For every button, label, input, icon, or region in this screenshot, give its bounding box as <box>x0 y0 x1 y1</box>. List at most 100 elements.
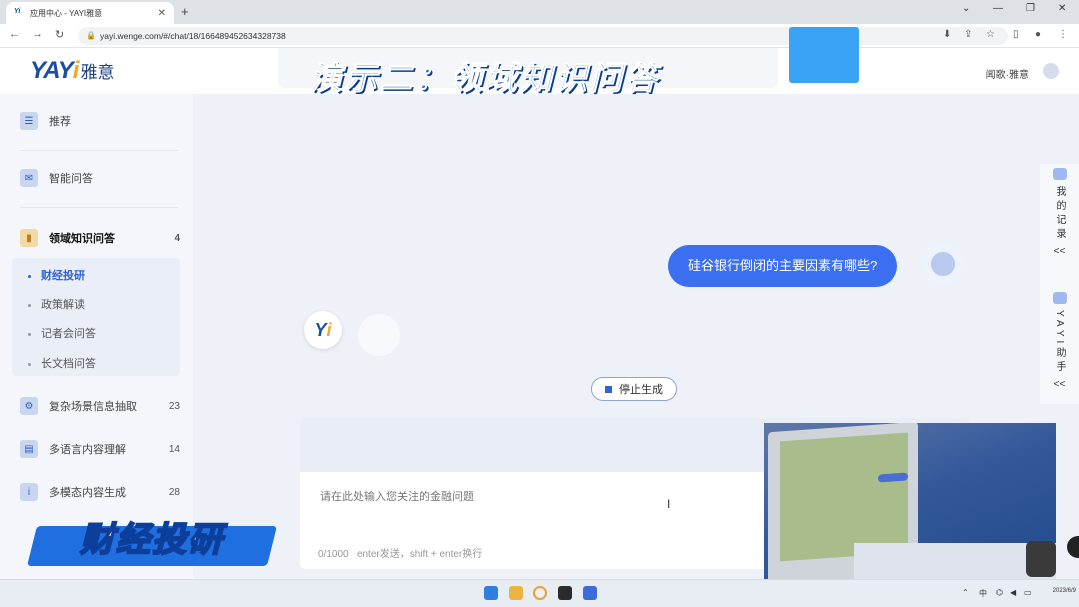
sidebar-item-extraction[interactable]: ⚙ 复杂场景信息抽取 23 <box>20 397 180 415</box>
user-message-avatar <box>921 242 965 286</box>
chevron-left-icon: << <box>1053 246 1066 257</box>
sidebar-item-multilingual[interactable]: ▤ 多语言内容理解 14 <box>20 440 180 458</box>
share-icon[interactable]: ⇪ <box>964 29 972 40</box>
char-counter: 0/1000 <box>318 549 349 560</box>
yayi-logo[interactable]: YAYi 雅意 <box>30 57 114 85</box>
minimize-button[interactable]: — <box>993 3 1003 14</box>
windows-taskbar: ⌃ 中 ⌬ ◀ ▭ 2023/6/9 <box>0 579 1079 607</box>
sidebar-item-label: 智能问答 <box>49 173 93 185</box>
sidebar-item-label: 多模态内容生成 <box>49 487 126 499</box>
menu-kebab-icon[interactable]: ⋮ <box>1058 29 1068 40</box>
bookmark-star-icon[interactable]: ☆ <box>986 29 995 40</box>
text-cursor-icon: I <box>667 497 671 511</box>
subitem-label: 财经投研 <box>41 270 85 282</box>
browser-tab-bar: Yi 应用中心 - YAYI雅意 ✕ + ⌄ — ❐ ✕ <box>0 0 1079 24</box>
sidebar-item-label: 复杂场景信息抽取 <box>49 401 137 413</box>
sidebar-item-label: 推荐 <box>49 116 71 128</box>
banner-blue-box <box>789 27 859 83</box>
floating-edge-button[interactable] <box>1067 536 1079 558</box>
right-rail: 我的记录 << YAYI助手 << <box>1040 164 1079 404</box>
bullet-icon <box>28 332 31 336</box>
file-explorer-icon[interactable] <box>509 586 523 600</box>
my-records-panel-toggle[interactable]: 我的记录 << <box>1040 168 1079 257</box>
sidebar-item-domain-qa[interactable]: ▮ 领域知识问答 4 <box>20 229 180 247</box>
app-icon-2[interactable] <box>583 586 597 600</box>
logo-cn: 雅意 <box>80 63 115 82</box>
address-bar-row: ← → ↻ 🔒 yayi.wenge.com/#/chat/18/1664894… <box>0 24 1079 48</box>
bot-avatar: Yi <box>304 311 342 349</box>
video-hand <box>1026 541 1056 577</box>
sidebar-item-count: 4 <box>174 232 180 244</box>
document-icon: ▤ <box>20 440 38 458</box>
url-input[interactable]: 🔒 yayi.wenge.com/#/chat/18/1664894526343… <box>78 27 1008 45</box>
sidebar-item-count: 23 <box>168 400 180 412</box>
tab-title: 应用中心 - YAYI雅意 <box>30 8 103 18</box>
maximize-button[interactable]: ❐ <box>1026 3 1035 14</box>
chat-icon: ✉ <box>20 169 38 187</box>
sidebar-divider <box>20 150 178 151</box>
bot-avatar-i: i <box>326 319 332 340</box>
tray-chevron-icon[interactable]: ⌃ <box>962 588 969 597</box>
assistant-icon <box>1052 292 1067 304</box>
camera-video-overlay <box>764 423 1056 590</box>
sidebar-item-smart-qa[interactable]: ✉ 智能问答 <box>20 169 180 187</box>
ime-language[interactable]: 中 <box>979 588 987 599</box>
reload-icon[interactable]: ↻ <box>55 28 64 41</box>
logo-en: YAY <box>30 57 74 84</box>
stop-icon <box>605 385 612 393</box>
records-icon <box>1052 168 1067 180</box>
url-text: yayi.wenge.com/#/chat/18/166489452634328… <box>100 31 286 41</box>
taskbar-date[interactable]: 2023/6/9 <box>1040 588 1076 594</box>
bullet-icon <box>28 303 31 307</box>
subitem-policy[interactable]: 政策解读 <box>28 296 85 312</box>
person-icon <box>931 252 955 276</box>
volume-icon[interactable]: ◀ <box>1010 588 1016 597</box>
subitem-label: 长文档问答 <box>41 358 96 370</box>
download-icon[interactable]: ⬇ <box>943 29 951 40</box>
forward-icon[interactable]: → <box>32 28 43 40</box>
tab-search-icon[interactable]: ⌄ <box>962 3 970 14</box>
user-avatar-icon[interactable] <box>1043 63 1059 79</box>
recommend-icon: ☰ <box>20 112 38 130</box>
user-name[interactable]: 闻歌·雅意 <box>986 66 1029 81</box>
back-icon[interactable]: ← <box>9 28 20 40</box>
input-placeholder: 请在此处输入您关注的金融问题 <box>320 491 474 503</box>
chrome-icon[interactable] <box>533 586 547 600</box>
loading-indicator <box>358 314 400 356</box>
subitem-press-qa[interactable]: 记者会问答 <box>28 325 96 341</box>
subitem-label: 政策解读 <box>41 299 85 311</box>
bullet-icon <box>28 362 31 366</box>
send-hint: enter发送，shift + enter换行 <box>356 549 483 560</box>
demo-banner-title: 演示二：领域知识问答 <box>309 60 661 97</box>
subitem-longdoc-qa[interactable]: 长文档问答 <box>28 355 96 371</box>
yayi-assistant-toggle[interactable]: YAYI助手 << <box>1040 292 1079 390</box>
sidebar-item-label: 多语言内容理解 <box>49 444 126 456</box>
app-icon[interactable] <box>558 586 572 600</box>
extraction-icon: ⚙ <box>20 397 38 415</box>
tab-close-icon[interactable]: ✕ <box>158 8 166 19</box>
sidepanel-icon[interactable]: ▯ <box>1013 29 1019 40</box>
subitem-finance-research[interactable]: 财经投研 <box>28 267 85 283</box>
stop-generation-button[interactable]: 停止生成 <box>591 377 677 401</box>
chevron-left-icon: << <box>1053 379 1066 391</box>
sidebar-item-count: 28 <box>168 486 180 498</box>
logo-en-i: i <box>72 57 80 84</box>
user-message-bubble: 硅谷银行倒闭的主要因素有哪些? <box>668 245 898 287</box>
app-header: YAYi 雅意 演示二：领域知识问答 闻歌·雅意 <box>0 48 1079 97</box>
battery-icon[interactable]: ▭ <box>1024 588 1032 597</box>
browser-tab[interactable]: Yi 应用中心 - YAYI雅意 ✕ <box>6 2 174 24</box>
new-tab-button[interactable]: + <box>181 4 189 19</box>
lock-icon: 🔒 <box>86 31 96 40</box>
sidebar-item-multimodal[interactable]: i 多模态内容生成 28 <box>20 483 180 501</box>
sidebar-item-recommend[interactable]: ☰ 推荐 <box>20 112 180 130</box>
assistant-label: YAYI助手 <box>1054 310 1065 376</box>
stop-label: 停止生成 <box>619 384 663 396</box>
bullet-icon <box>28 274 31 278</box>
sidebar-divider <box>20 207 178 208</box>
start-icon[interactable] <box>484 586 498 600</box>
network-icon[interactable]: ⌬ <box>996 588 1003 597</box>
close-window-button[interactable]: ✕ <box>1058 3 1066 14</box>
records-label: 我的记录 <box>1054 186 1065 242</box>
info-icon: i <box>20 483 38 501</box>
profile-icon[interactable]: ● <box>1035 29 1041 40</box>
